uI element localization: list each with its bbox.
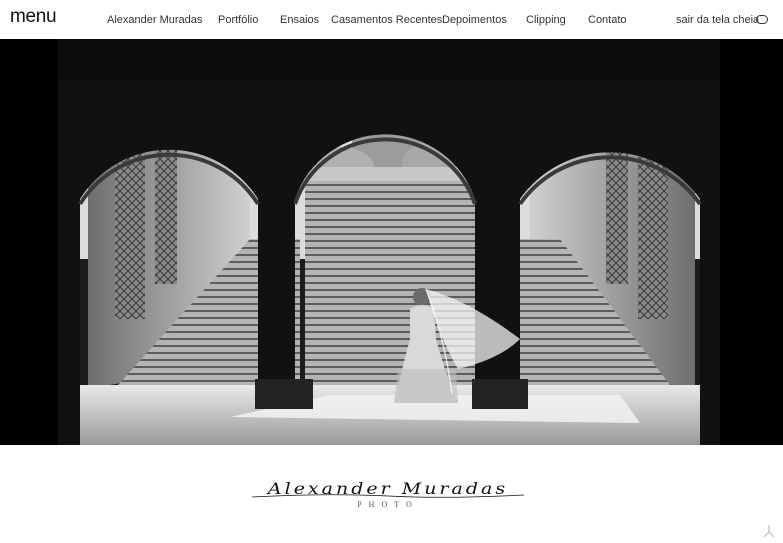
nav-item-ensaios[interactable]: Ensaios (280, 14, 319, 26)
menu-toggle-button[interactable]: menu (10, 6, 57, 28)
nav-item-contato[interactable]: Contato (588, 14, 627, 26)
nav-item-depoimentos[interactable]: Depoimentos (442, 14, 507, 26)
fullscreen-exit-icon[interactable] (756, 15, 768, 24)
hero-photo-illustration (0, 39, 783, 445)
nav-item-alexander-muradas[interactable]: Alexander Muradas (107, 14, 202, 26)
nav-item-clipping[interactable]: Clipping (526, 14, 566, 26)
nav-item-portfolio[interactable]: Portfólio (218, 14, 258, 26)
nav-item-casamentos-recentes[interactable]: Casamentos Recentes (331, 14, 442, 26)
footer-logo[interactable]: Alexander Muradas PHOTO (248, 478, 528, 514)
logo-flourish-line (251, 494, 525, 498)
hero-photo (0, 39, 783, 445)
scroll-top-icon[interactable] (761, 523, 777, 539)
top-navigation-bar: menu Alexander Muradas Portfólio Ensaios… (0, 0, 783, 39)
logo-subtitle: PHOTO (357, 500, 419, 509)
exit-fullscreen-link[interactable]: sair da tela cheia (676, 14, 759, 26)
